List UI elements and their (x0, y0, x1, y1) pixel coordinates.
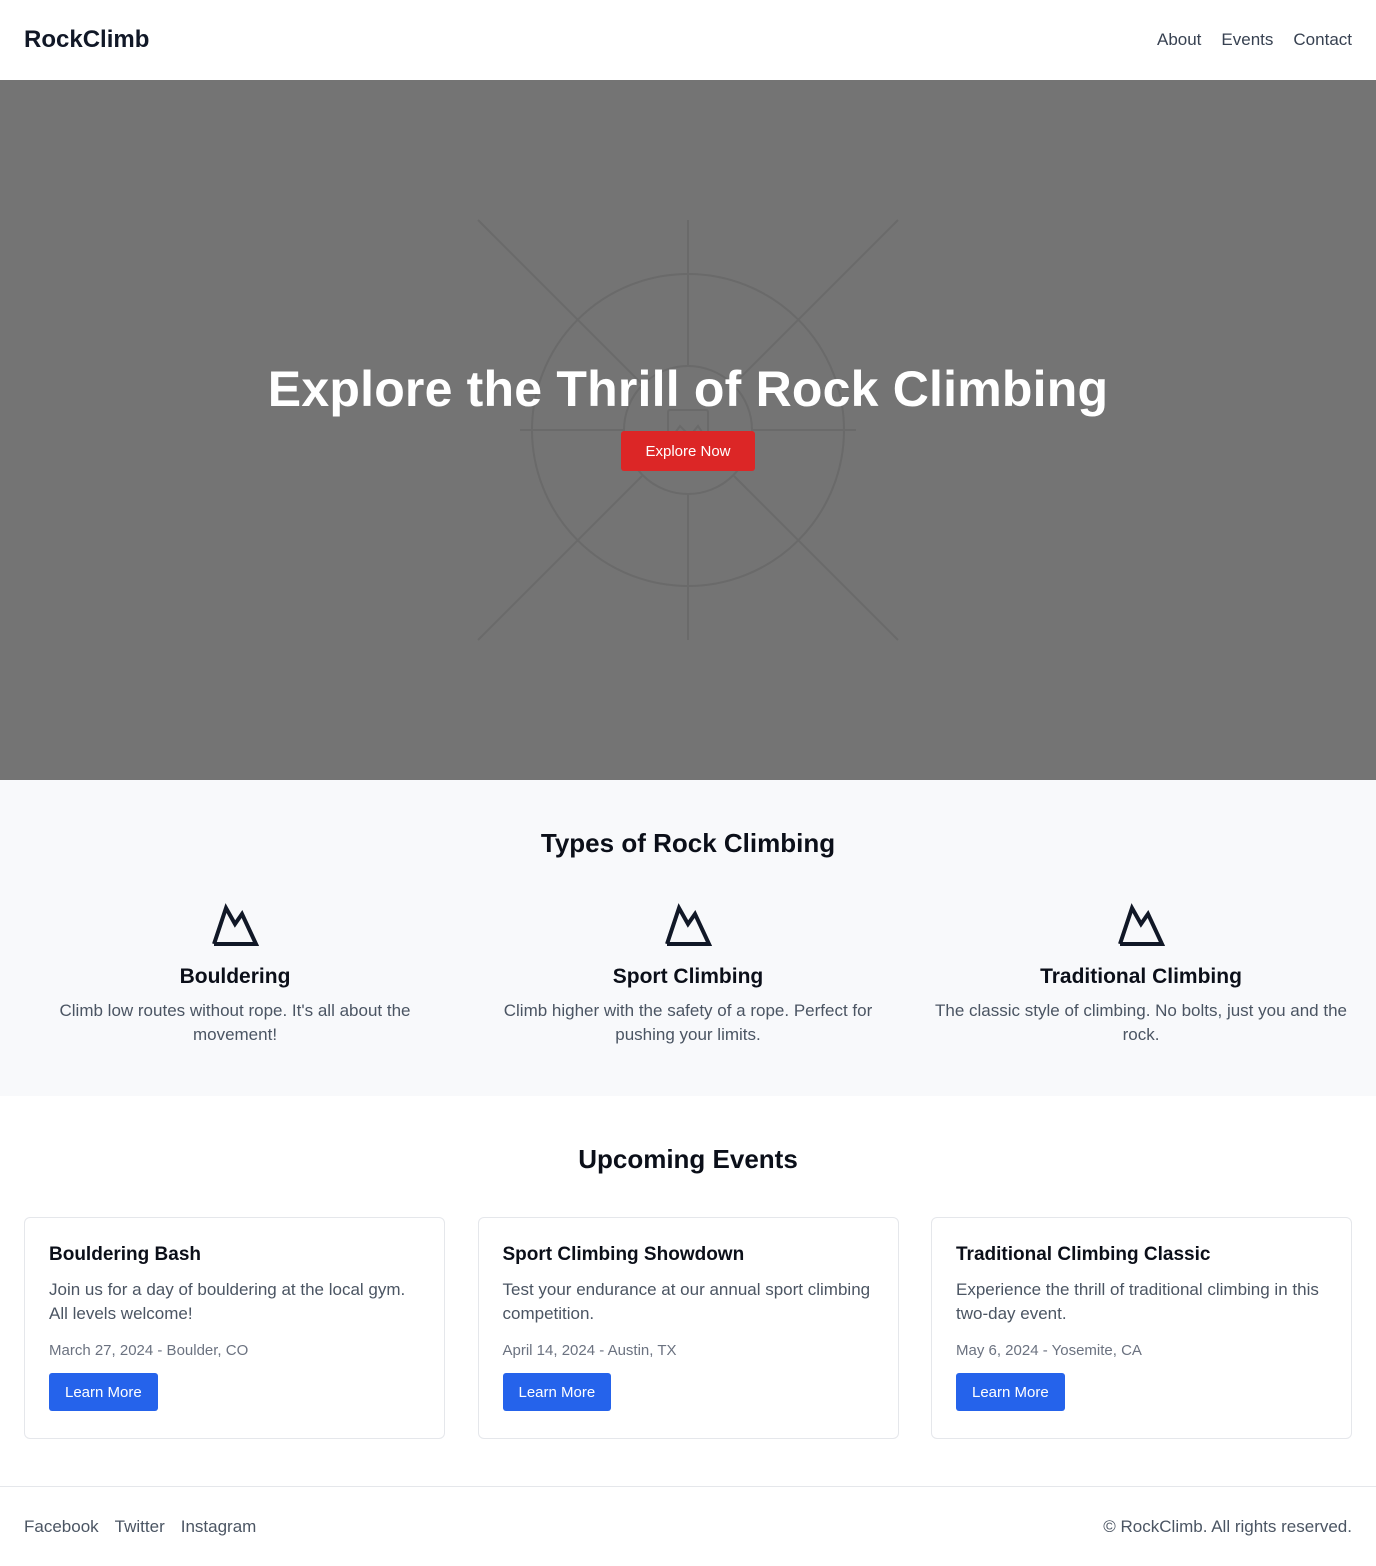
event-title: Sport Climbing Showdown (502, 1244, 745, 1265)
nav-link-about[interactable]: About (1157, 30, 1201, 50)
events-section: Upcoming Events Bouldering Bash Join us … (0, 1096, 1376, 1486)
hero-section: Explore the Thrill of Rock Climbing Expl… (0, 80, 1376, 780)
type-description: The classic style of climbing. No bolts,… (935, 1001, 1347, 1044)
site-header: RockClimb About Events Contact (0, 0, 1376, 80)
learn-more-button[interactable]: Learn More (49, 1373, 158, 1411)
type-title: Sport Climbing (612, 965, 764, 988)
event-date-location: May 6, 2024 - Yosemite, CA (956, 1342, 1142, 1359)
event-title: Traditional Climbing Classic (956, 1244, 1211, 1265)
type-description: Climb low routes without rope. It's all … (59, 1001, 411, 1044)
mountain-icon (212, 903, 259, 946)
explore-now-button[interactable]: Explore Now (621, 431, 755, 471)
nav-link-events[interactable]: Events (1221, 30, 1273, 50)
hero-content: Explore the Thrill of Rock Climbing Expl… (268, 359, 1108, 471)
event-card: Traditional Climbing Classic Experience … (931, 1217, 1352, 1439)
copyright-text: © RockClimb. All rights reserved. (1103, 1516, 1352, 1536)
event-card: Bouldering Bash Join us for a day of bou… (24, 1217, 445, 1439)
type-title: Traditional Climbing (1040, 965, 1242, 988)
type-title: Bouldering (179, 965, 291, 988)
event-title: Bouldering Bash (49, 1244, 202, 1265)
learn-more-button[interactable]: Learn More (956, 1373, 1065, 1411)
events-title: Upcoming Events (578, 1144, 798, 1174)
type-card-sport: Sport Climbing Climb higher with the saf… (477, 903, 899, 1047)
main-nav: About Events Contact (1157, 30, 1352, 50)
social-link-instagram[interactable]: Instagram (181, 1517, 257, 1537)
social-links: Facebook Twitter Instagram (24, 1517, 256, 1537)
social-link-twitter[interactable]: Twitter (115, 1517, 165, 1537)
type-card-traditional: Traditional Climbing The classic style o… (930, 903, 1352, 1047)
event-description: Experience the thrill of traditional cli… (956, 1280, 1319, 1323)
site-footer: Facebook Twitter Instagram © RockClimb. … (0, 1486, 1376, 1566)
type-card-bouldering: Bouldering Climb low routes without rope… (24, 903, 446, 1047)
event-date-location: April 14, 2024 - Austin, TX (502, 1342, 677, 1359)
event-description: Join us for a day of bouldering at the l… (49, 1280, 406, 1323)
event-card: Sport Climbing Showdown Test your endura… (477, 1217, 899, 1439)
social-link-facebook[interactable]: Facebook (24, 1517, 99, 1537)
event-date-location: March 27, 2024 - Boulder, CO (49, 1342, 249, 1359)
type-description: Climb higher with the safety of a rope. … (503, 1001, 873, 1044)
mountain-icon (665, 903, 712, 946)
learn-more-button[interactable]: Learn More (502, 1373, 612, 1411)
nav-link-contact[interactable]: Contact (1293, 30, 1352, 50)
event-description: Test your endurance at our annual sport … (502, 1280, 871, 1323)
mountain-icon (1118, 903, 1165, 946)
types-grid: Bouldering Climb low routes without rope… (0, 903, 1376, 1047)
hero-title: Explore the Thrill of Rock Climbing (267, 361, 1109, 417)
events-grid: Bouldering Bash Join us for a day of bou… (0, 1217, 1376, 1439)
brand-logo[interactable]: RockClimb (24, 26, 149, 54)
types-section: Types of Rock Climbing Bouldering Climb … (0, 780, 1376, 1096)
types-title: Types of Rock Climbing (540, 828, 836, 858)
